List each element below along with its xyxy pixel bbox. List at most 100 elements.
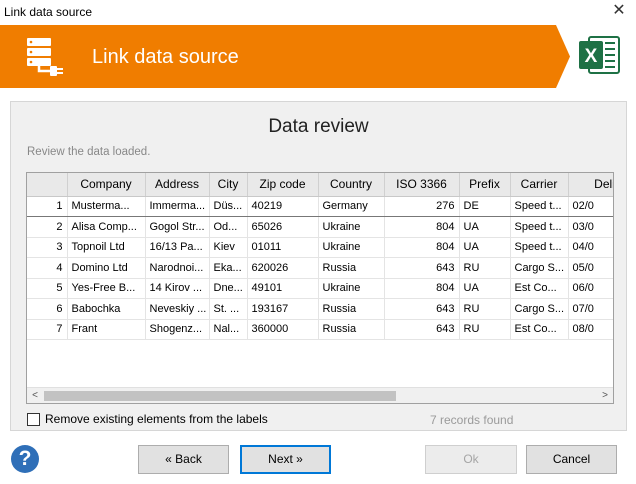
help-icon[interactable]: ? (11, 445, 39, 473)
cell-prefix: RU (459, 319, 511, 340)
cell-city: Eka... (209, 257, 248, 279)
table-row[interactable]: 2 Alisa Comp... Gogol Str... Od... 65026… (27, 216, 613, 238)
cell-iso: 804 (384, 216, 460, 238)
cell-company: Topnoil Ltd (67, 237, 146, 258)
cell-carrier: Speed t... (510, 237, 569, 258)
header-banner: Link data source (0, 25, 570, 88)
column-header-delivery[interactable]: Deliv (568, 173, 613, 197)
cell-delivery: 05/0 (568, 257, 613, 279)
next-button[interactable]: Next » (240, 445, 331, 474)
row-index: 5 (27, 278, 68, 299)
records-count: 7 records found (430, 413, 514, 427)
data-grid[interactable]: Company Address City Zip code Country IS… (26, 172, 614, 404)
cell-delivery: 04/0 (568, 237, 613, 258)
cell-carrier: Speed t... (510, 216, 569, 238)
database-plug-icon (27, 38, 63, 76)
table-row[interactable]: 5 Yes-Free B... 14 Kirov ... Dne... 4910… (27, 278, 613, 299)
cell-company: Frant (67, 319, 146, 340)
cell-address: Narodnoi... (145, 257, 210, 279)
cell-country: Ukraine (318, 237, 385, 258)
cell-prefix: UA (459, 237, 511, 258)
cell-zip: 65026 (247, 216, 319, 238)
cell-country: Russia (318, 319, 385, 340)
cell-zip: 360000 (247, 319, 319, 340)
column-header-index[interactable] (27, 173, 68, 197)
cell-iso: 804 (384, 278, 460, 299)
cell-city: St. ... (209, 298, 248, 320)
remove-existing-label[interactable]: Remove existing elements from the labels (45, 412, 268, 426)
row-index: 7 (27, 319, 68, 340)
excel-letter: X (585, 46, 598, 67)
cell-country: Russia (318, 257, 385, 279)
scroll-right-icon[interactable]: > (597, 388, 613, 403)
cell-carrier: Cargo S... (510, 257, 569, 279)
cell-carrier: Est Co... (510, 319, 569, 340)
cell-iso: 804 (384, 237, 460, 258)
row-index: 6 (27, 298, 68, 320)
column-header-address[interactable]: Address (145, 173, 210, 197)
cell-iso: 643 (384, 319, 460, 340)
back-button[interactable]: « Back (138, 445, 229, 474)
column-header-zip[interactable]: Zip code (247, 173, 319, 197)
title-bar: Link data source ✕ (0, 0, 636, 25)
table-row[interactable]: 4 Domino Ltd Narodnoi... Eka... 620026 R… (27, 257, 613, 279)
column-header-carrier[interactable]: Carrier (510, 173, 569, 197)
cell-zip: 40219 (247, 195, 319, 217)
cell-delivery: 07/0 (568, 298, 613, 320)
excel-icon: X (579, 36, 620, 74)
row-index: 3 (27, 237, 68, 258)
cell-prefix: DE (459, 195, 511, 217)
ok-button[interactable]: Ok (425, 445, 517, 474)
cell-delivery: 03/0 (568, 216, 613, 238)
cell-company: Musterma... (67, 195, 146, 217)
row-index: 1 (27, 195, 68, 217)
cell-prefix: UA (459, 216, 511, 238)
cell-city: Dne... (209, 278, 248, 299)
cell-address: Neveskiy ... (145, 298, 210, 320)
cell-carrier: Est Co... (510, 278, 569, 299)
cell-company: Alisa Comp... (67, 216, 146, 238)
window-title: Link data source (4, 5, 93, 19)
row-index: 4 (27, 257, 68, 279)
cell-address: 16/13 Pa... (145, 237, 210, 258)
cell-company: Babochka (67, 298, 146, 320)
cell-company: Yes-Free B... (67, 278, 146, 299)
scroll-left-icon[interactable]: < (27, 388, 43, 403)
cell-company: Domino Ltd (67, 257, 146, 279)
cell-country: Ukraine (318, 216, 385, 238)
cell-iso: 643 (384, 257, 460, 279)
remove-existing-checkbox[interactable] (27, 412, 40, 426)
column-header-city[interactable]: City (209, 173, 248, 197)
scrollbar-thumb[interactable] (44, 391, 396, 401)
cell-iso: 276 (384, 195, 460, 217)
cell-prefix: UA (459, 278, 511, 299)
cell-address: Shogenz... (145, 319, 210, 340)
banner-title: Link data source (92, 46, 239, 68)
table-row[interactable]: 3 Topnoil Ltd 16/13 Pa... Kiev 01011 Ukr… (27, 237, 613, 258)
table-row[interactable]: 6 Babochka Neveskiy ... St. ... 193167 R… (27, 298, 613, 320)
cell-carrier: Speed t... (510, 195, 569, 217)
cell-country: Russia (318, 298, 385, 320)
row-index: 2 (27, 216, 68, 238)
cell-city: Nal... (209, 319, 248, 340)
remove-existing-option[interactable]: Remove existing elements from the labels (27, 412, 268, 426)
close-icon[interactable]: ✕ (610, 2, 628, 20)
cell-zip: 620026 (247, 257, 319, 279)
cell-country: Ukraine (318, 278, 385, 299)
cell-address: Gogol Str... (145, 216, 210, 238)
cell-city: Düs... (209, 195, 248, 217)
cell-zip: 49101 (247, 278, 319, 299)
column-header-iso[interactable]: ISO 3366 (384, 173, 460, 197)
header-row: Company Address City Zip code Country IS… (27, 173, 613, 197)
cancel-button[interactable]: Cancel (526, 445, 617, 474)
cell-address: 14 Kirov ... (145, 278, 210, 299)
cell-city: Kiev (209, 237, 248, 258)
horizontal-scrollbar[interactable]: < > (27, 387, 613, 403)
table-row[interactable]: 7 Frant Shogenz... Nal... 360000 Russia … (27, 319, 613, 340)
cell-iso: 643 (384, 298, 460, 320)
cell-prefix: RU (459, 298, 511, 320)
table-row[interactable]: 1 Musterma... Immerma... Düs... 40219 Ge… (27, 195, 613, 217)
column-header-country[interactable]: Country (318, 173, 385, 197)
column-header-company[interactable]: Company (67, 173, 146, 197)
column-header-prefix[interactable]: Prefix (459, 173, 511, 197)
